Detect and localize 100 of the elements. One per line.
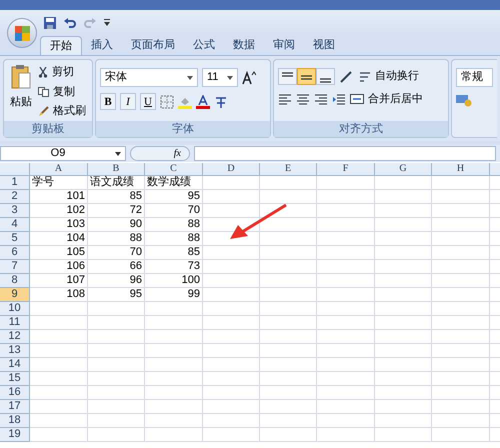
ribbon-tab[interactable]: 公式 bbox=[184, 36, 224, 55]
empty-cell bbox=[203, 316, 260, 330]
empty-cell bbox=[375, 386, 432, 400]
row-header[interactable]: 15 bbox=[0, 372, 30, 386]
ribbon-tab[interactable]: 数据 bbox=[224, 36, 264, 55]
table-cell: 70 bbox=[88, 246, 145, 260]
align-left-icon[interactable] bbox=[278, 92, 292, 106]
vertical-align-button[interactable] bbox=[316, 68, 335, 85]
align-center-icon[interactable] bbox=[296, 92, 310, 106]
table-cell: 106 bbox=[30, 260, 88, 274]
vertical-align-button[interactable] bbox=[297, 68, 316, 85]
empty-cell bbox=[145, 302, 203, 316]
bold-button[interactable]: B bbox=[100, 93, 116, 110]
column-header[interactable]: E bbox=[260, 163, 317, 176]
empty-cell bbox=[260, 274, 317, 288]
ribbon-tab[interactable]: 插入 bbox=[82, 36, 122, 55]
ribbon-tab[interactable]: 视图 bbox=[304, 36, 344, 55]
empty-cell bbox=[203, 190, 260, 204]
number-format-field[interactable]: 常规 bbox=[456, 68, 493, 87]
column-header[interactable]: G bbox=[375, 163, 432, 176]
name-box[interactable]: O9 bbox=[0, 146, 126, 161]
function-button[interactable]: fx bbox=[174, 146, 181, 161]
column-header[interactable]: A bbox=[30, 163, 88, 176]
merge-center-button[interactable]: 合并后居中 bbox=[368, 91, 423, 108]
empty-cell bbox=[432, 400, 490, 414]
row-header[interactable]: 13 bbox=[0, 344, 30, 358]
row-header[interactable]: 18 bbox=[0, 414, 30, 428]
phonetic-icon[interactable] bbox=[214, 94, 228, 108]
wrap-text-button[interactable]: 自动换行 bbox=[375, 68, 419, 85]
empty-cell bbox=[432, 260, 490, 274]
empty-cell bbox=[88, 372, 145, 386]
row-header[interactable]: 10 bbox=[0, 302, 30, 316]
ribbon-tab[interactable]: 审阅 bbox=[264, 36, 304, 55]
empty-cell bbox=[317, 176, 375, 190]
font-color-icon[interactable] bbox=[196, 94, 210, 108]
currency-icon[interactable] bbox=[456, 93, 472, 107]
table-cell: 85 bbox=[88, 190, 145, 204]
italic-button[interactable]: I bbox=[120, 93, 136, 110]
font-size-dropdown[interactable]: 11 bbox=[202, 68, 238, 87]
table-cell: 105 bbox=[30, 246, 88, 260]
empty-cell bbox=[260, 344, 317, 358]
customize-icon[interactable] bbox=[104, 18, 110, 26]
copy-button[interactable]: 复制 bbox=[53, 84, 75, 100]
row-header[interactable]: 12 bbox=[0, 330, 30, 344]
row-header[interactable]: 1 bbox=[0, 176, 30, 190]
column-header[interactable]: F bbox=[317, 163, 375, 176]
row-header[interactable]: 4 bbox=[0, 218, 30, 232]
empty-cell bbox=[88, 400, 145, 414]
empty-cell bbox=[375, 246, 432, 260]
row-header[interactable]: 14 bbox=[0, 358, 30, 372]
empty-cell bbox=[260, 358, 317, 372]
clipboard-icon[interactable] bbox=[11, 64, 31, 90]
column-header[interactable]: D bbox=[203, 163, 260, 176]
empty-cell bbox=[88, 414, 145, 428]
vertical-align-button[interactable] bbox=[278, 68, 297, 85]
row-header[interactable]: 8 bbox=[0, 274, 30, 288]
row-header[interactable]: 17 bbox=[0, 400, 30, 414]
format-painter-button[interactable]: 格式刷 bbox=[53, 103, 86, 120]
empty-cell bbox=[375, 204, 432, 218]
empty-cell bbox=[317, 400, 375, 414]
empty-cell bbox=[375, 302, 432, 316]
group-label: 剪贴板 bbox=[32, 122, 64, 137]
row-header[interactable]: 6 bbox=[0, 246, 30, 260]
paste-button[interactable]: 粘贴 bbox=[10, 94, 32, 110]
formula-field[interactable] bbox=[194, 146, 496, 161]
underline-button[interactable]: U bbox=[140, 93, 156, 110]
empty-cell bbox=[432, 372, 490, 386]
row-header[interactable]: 19 bbox=[0, 428, 30, 442]
ribbon-tab[interactable]: 开始 bbox=[40, 36, 82, 55]
row-header[interactable]: 9 bbox=[0, 288, 30, 302]
empty-cell bbox=[317, 330, 375, 344]
font-name-dropdown[interactable]: 宋体 bbox=[100, 68, 198, 87]
table-cell: 104 bbox=[30, 232, 88, 246]
ribbon-tab[interactable]: 页面布局 bbox=[122, 36, 184, 55]
empty-cell bbox=[145, 358, 203, 372]
empty-cell bbox=[317, 372, 375, 386]
empty-cell bbox=[260, 176, 317, 190]
empty-cell bbox=[88, 428, 145, 442]
save-icon[interactable] bbox=[44, 16, 56, 28]
empty-cell bbox=[260, 428, 317, 442]
row-header[interactable]: 16 bbox=[0, 386, 30, 400]
row-header[interactable]: 3 bbox=[0, 204, 30, 218]
row-header[interactable]: 5 bbox=[0, 232, 30, 246]
empty-cell bbox=[203, 400, 260, 414]
column-header[interactable]: H bbox=[432, 163, 490, 176]
cut-button[interactable]: 剪切 bbox=[52, 64, 74, 80]
row-header[interactable]: 2 bbox=[0, 190, 30, 204]
empty-cell bbox=[260, 288, 317, 302]
row-header[interactable]: 7 bbox=[0, 260, 30, 274]
undo-icon[interactable] bbox=[64, 16, 76, 28]
row-header[interactable]: 11 bbox=[0, 316, 30, 330]
column-header[interactable]: B bbox=[88, 163, 145, 176]
column-header[interactable]: C bbox=[145, 163, 203, 176]
table-cell: 88 bbox=[145, 232, 203, 246]
border-icon[interactable] bbox=[160, 94, 174, 108]
empty-cell bbox=[203, 372, 260, 386]
indent-icon[interactable] bbox=[332, 92, 346, 106]
align-right-icon[interactable] bbox=[314, 92, 328, 106]
caret-icon bbox=[187, 76, 193, 80]
grow-font-icon[interactable] bbox=[242, 70, 256, 84]
